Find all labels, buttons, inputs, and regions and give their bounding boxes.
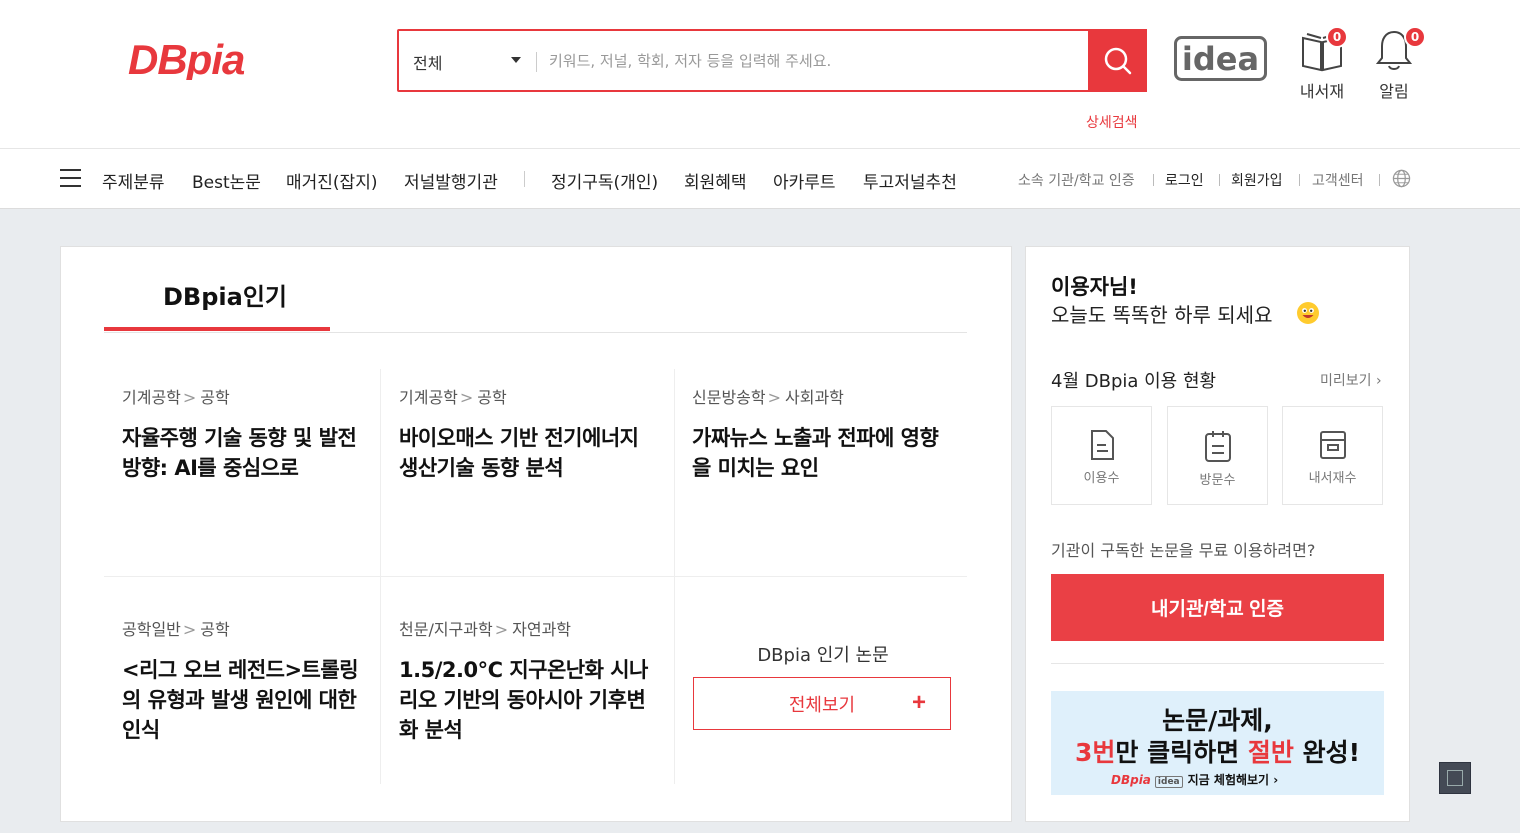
- nav-journal-recommend[interactable]: 투고저널추천: [863, 168, 957, 193]
- paper-title[interactable]: 가짜뉴스 노출과 전파에 영향을 미치는 요인: [692, 423, 942, 483]
- nav-benefits[interactable]: 회원혜택: [684, 168, 747, 193]
- widget-icon: [1447, 770, 1463, 786]
- library-button[interactable]: 0 내서재: [1292, 26, 1352, 102]
- nav-publisher[interactable]: 저널발행기관: [404, 168, 498, 193]
- paper-title[interactable]: 자율주행 기술 동향 및 발전 방향: AI를 중심으로: [122, 423, 362, 483]
- banner-line1: 논문/과제,: [1162, 706, 1273, 735]
- grid-divider: [104, 576, 967, 577]
- institution-question: 기관이 구독한 논문을 무료 이용하려면?: [1051, 541, 1316, 560]
- divider: [1299, 174, 1300, 186]
- floating-widget-button[interactable]: [1439, 762, 1471, 794]
- search-scope-select[interactable]: 전체: [413, 50, 523, 74]
- svg-text:DBpia: DBpia: [128, 40, 245, 80]
- paper-card[interactable]: 천문/지구과학 > 자연과학 1.5/2.0℃ 지구온난화 시나리오 기반의 동아시…: [399, 619, 657, 745]
- divider: [1153, 174, 1154, 186]
- customer-center-link[interactable]: 고객센터: [1312, 170, 1364, 190]
- detail-search-link[interactable]: 상세검색: [1086, 112, 1138, 132]
- menu-icon[interactable]: [60, 169, 81, 187]
- idea-mini-logo: idea: [1154, 776, 1183, 788]
- paper-title[interactable]: <리그 오브 레전드>트롤링의 유형과 발생 원인에 대한 인식: [122, 655, 362, 745]
- archive-icon: [1319, 431, 1346, 459]
- paper-category: 공학일반 > 공학: [122, 620, 230, 639]
- nav-magazine[interactable]: 매거진(잡지): [286, 168, 377, 193]
- paper-card[interactable]: 기계공학 > 공학 바이오매스 기반 전기에너지 생산기술 동향 분석: [399, 387, 639, 483]
- search-icon: [1104, 47, 1131, 74]
- search-input[interactable]: [549, 46, 1069, 76]
- divider: [1379, 174, 1380, 186]
- plus-icon: +: [911, 689, 926, 716]
- caret-down-icon: [511, 57, 521, 63]
- paper-category: 신문방송학 > 사회과학: [692, 388, 844, 407]
- greeting-message: 오늘도 똑똑한 하루 되세요: [1051, 303, 1273, 327]
- stat-label: 내서재수: [1308, 471, 1357, 486]
- paper-category: 기계공학 > 공학: [122, 388, 230, 407]
- paper-category: 기계공학 > 공학: [399, 388, 507, 407]
- globe-icon[interactable]: [1392, 169, 1411, 188]
- popular-title[interactable]: DBpia인기: [163, 277, 287, 312]
- paper-card[interactable]: 기계공학 > 공학 자율주행 기술 동향 및 발전 방향: AI를 중심으로: [122, 387, 362, 483]
- banner-line2: 3번만 클릭하면 절반 완성!: [1075, 738, 1360, 767]
- svg-text:idea: idea: [1182, 40, 1259, 78]
- nav-divider: [524, 171, 525, 187]
- stat-library[interactable]: 내서재수: [1282, 406, 1383, 505]
- stat-label: 방문수: [1199, 473, 1236, 488]
- usage-title: 4월 DBpia 이용 현황: [1051, 371, 1217, 392]
- active-tab-underline: [104, 327, 330, 331]
- search-bar: 전체: [397, 29, 1147, 92]
- main-nav: 주제분류 Best논문 매거진(잡지) 저널발행기관 정기구독(개인) 회원혜택…: [0, 148, 1520, 209]
- institution-auth-link[interactable]: 소속 기관/학교 인증: [1018, 170, 1135, 190]
- search-scope-value: 전체: [413, 54, 443, 73]
- nav-acaroute[interactable]: 아카루트: [773, 168, 836, 193]
- preview-link[interactable]: 미리보기 ›: [1320, 370, 1382, 390]
- paper-card[interactable]: 신문방송학 > 사회과학 가짜뉴스 노출과 전파에 영향을 미치는 요인: [692, 387, 942, 483]
- document-icon: [1090, 430, 1114, 460]
- paper-title[interactable]: 1.5/2.0℃ 지구온난화 시나리오 기반의 동아시아 기후변화 분석: [399, 655, 657, 745]
- alarm-count-badge: 0: [1404, 26, 1426, 48]
- paper-card[interactable]: 공학일반 > 공학 <리그 오브 레전드>트롤링의 유형과 발생 원인에 대한 인식: [122, 619, 362, 745]
- dbpia-mini-logo: DBpia: [1111, 773, 1151, 787]
- promo-banner[interactable]: 논문/과제, 3번만 클릭하면 절반 완성! DBpia idea 지금 체험해보기…: [1051, 691, 1384, 795]
- divider: [536, 52, 537, 72]
- clipboard-icon: [1204, 431, 1231, 462]
- stat-usage[interactable]: 이용수: [1051, 406, 1152, 505]
- popular-papers-label: DBpia 인기 논문: [757, 645, 889, 666]
- alarm-label: 알림: [1379, 82, 1409, 101]
- library-count-badge: 0: [1326, 26, 1348, 48]
- login-link[interactable]: 로그인: [1165, 170, 1204, 190]
- alarm-button[interactable]: 0 알림: [1364, 26, 1426, 102]
- nav-subscription[interactable]: 정기구독(개인): [551, 168, 658, 193]
- search-button[interactable]: [1088, 29, 1147, 92]
- divider: [1051, 663, 1384, 664]
- greeting-name: 이용자님!: [1051, 275, 1138, 299]
- stat-visits[interactable]: 방문수: [1167, 406, 1268, 505]
- divider: [1219, 174, 1220, 186]
- smile-emoji-icon: [1297, 302, 1319, 324]
- paper-category: 천문/지구과학 > 자연과학: [399, 620, 572, 639]
- library-label: 내서재: [1299, 82, 1345, 101]
- view-all-label: 전체보기: [788, 694, 856, 715]
- idea-logo[interactable]: idea: [1174, 36, 1267, 81]
- divider: [104, 332, 967, 333]
- paper-title[interactable]: 바이오매스 기반 전기에너지 생산기술 동향 분석: [399, 423, 639, 483]
- site-header: DBpia 전체 상세검색 idea 0 내서재: [0, 0, 1520, 148]
- popular-papers-card: DBpia인기 기계공학 > 공학 자율주행 기술 동향 및 발전 방향: AI를 …: [60, 246, 1012, 822]
- dbpia-logo[interactable]: DBpia: [128, 40, 340, 80]
- user-side-panel: 이용자님! 오늘도 똑똑한 하루 되세요 4월 DBpia 이용 현황 미리보기…: [1025, 246, 1410, 822]
- nav-best[interactable]: Best논문: [192, 168, 261, 193]
- signup-link[interactable]: 회원가입: [1231, 170, 1283, 190]
- view-all-button[interactable]: 전체보기 +: [693, 677, 951, 730]
- nav-subject[interactable]: 주제분류: [102, 168, 165, 193]
- institution-auth-button[interactable]: 내기관/학교 인증: [1051, 574, 1384, 641]
- banner-cta[interactable]: DBpia idea 지금 체험해보기 ›: [1111, 771, 1278, 788]
- stat-label: 이용수: [1083, 471, 1120, 486]
